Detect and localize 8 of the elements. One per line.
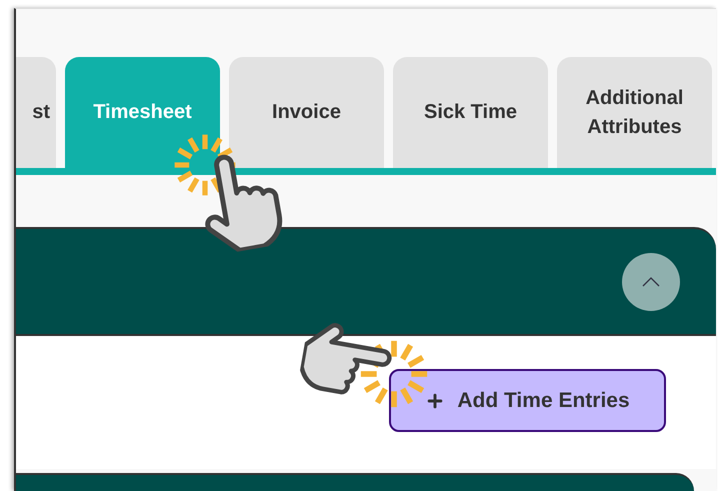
add-time-entries-button[interactable]: Add Time Entries [389, 369, 666, 432]
chevron-up-icon [642, 276, 660, 286]
tab[interactable]: Sick Time [393, 57, 548, 168]
tab[interactable]: Invoice [229, 57, 384, 168]
tab[interactable]: st [16, 57, 56, 168]
plus-icon [425, 390, 446, 410]
tab[interactable]: Additional Attributes [557, 57, 712, 168]
sparkle-icon [358, 338, 430, 410]
